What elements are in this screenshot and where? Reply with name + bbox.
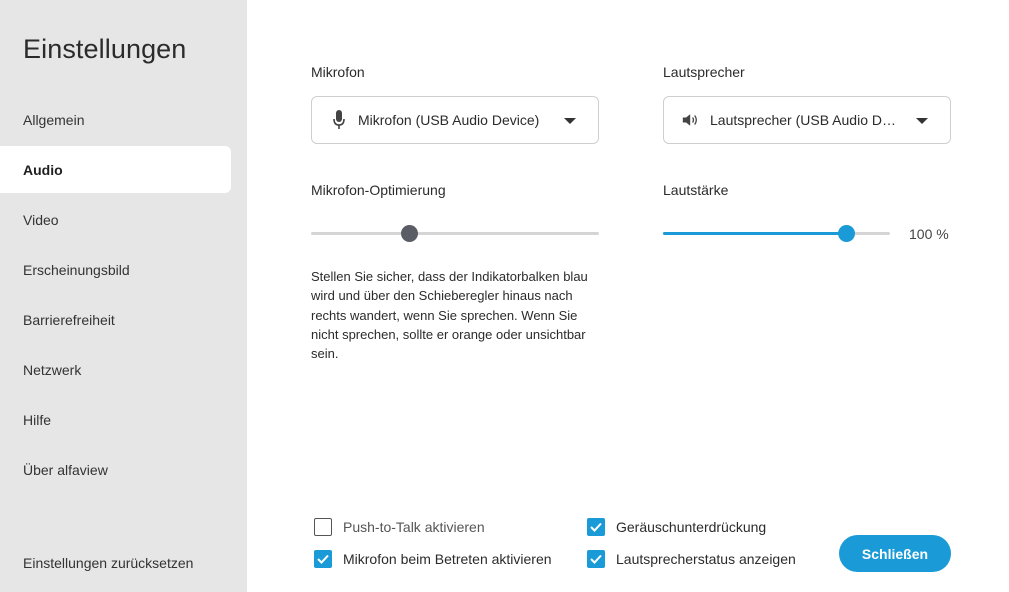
checkmark-icon[interactable] [587, 550, 605, 568]
microphone-select-value: Mikrofon (USB Audio Device) [358, 112, 540, 128]
speaker-select[interactable]: Lautsprecher (USB Audio Dev... [663, 96, 951, 144]
noise-suppression-checkbox[interactable]: Geräuschunterdrückung [587, 518, 766, 536]
mic-help-text: Stellen Sie sicher, dass der Indikatorba… [311, 269, 588, 362]
close-button[interactable]: Schließen [839, 535, 951, 572]
sidebar-item-hilfe[interactable]: Hilfe [0, 396, 231, 443]
volume-slider[interactable] [663, 225, 890, 242]
speaker-status-label: Lautsprecherstatus anzeigen [616, 551, 796, 567]
sidebar-item-barrierefreiheit[interactable]: Barrierefreiheit [0, 296, 231, 343]
slider-fill [663, 232, 846, 235]
slider-thumb[interactable] [838, 225, 855, 242]
push-to-talk-label: Push-to-Talk aktivieren [343, 519, 485, 535]
microphone-select[interactable]: Mikrofon (USB Audio Device) [311, 96, 599, 144]
speaker-label: Lautsprecher [663, 64, 745, 80]
mic-optimization-slider[interactable] [311, 225, 599, 242]
slider-track [311, 232, 599, 235]
checkmark-icon[interactable] [314, 550, 332, 568]
checkmark-icon[interactable] [587, 518, 605, 536]
chevron-down-icon [564, 118, 576, 124]
sidebar-item-erscheinungsbild[interactable]: Erscheinungsbild [0, 246, 231, 293]
sidebar-item-allgemein[interactable]: Allgemein [0, 96, 231, 143]
volume-label: Lautstärke [663, 182, 729, 198]
sidebar-item-audio[interactable]: Audio [0, 146, 231, 193]
microphone-icon [330, 110, 348, 130]
mic-on-join-checkbox[interactable]: Mikrofon beim Betreten aktivieren [314, 550, 552, 568]
speaker-status-checkbox[interactable]: Lautsprecherstatus anzeigen [587, 550, 796, 568]
microphone-label: Mikrofon [311, 64, 365, 80]
reset-settings-link[interactable]: Einstellungen zurücksetzen [23, 555, 193, 571]
sidebar-item-ueber-alfaview[interactable]: Über alfaview [0, 446, 231, 493]
sidebar-item-video[interactable]: Video [0, 196, 231, 243]
slider-thumb[interactable] [401, 225, 418, 242]
mic-on-join-label: Mikrofon beim Betreten aktivieren [343, 551, 552, 567]
speaker-select-value: Lautsprecher (USB Audio Dev... [710, 112, 900, 128]
sidebar-title: Einstellungen [23, 34, 187, 64]
settings-sidebar: Einstellungen Allgemein Audio Video Ersc… [0, 0, 247, 592]
mic-optimization-label: Mikrofon-Optimierung [311, 182, 446, 198]
checkbox-unchecked-icon[interactable] [314, 518, 332, 536]
push-to-talk-checkbox[interactable]: Push-to-Talk aktivieren [314, 518, 485, 536]
chevron-down-icon [916, 118, 928, 124]
volume-value: 100 % [909, 226, 949, 242]
speaker-icon [682, 110, 700, 130]
noise-suppression-label: Geräuschunterdrückung [616, 519, 767, 535]
sidebar-item-netzwerk[interactable]: Netzwerk [0, 346, 231, 393]
